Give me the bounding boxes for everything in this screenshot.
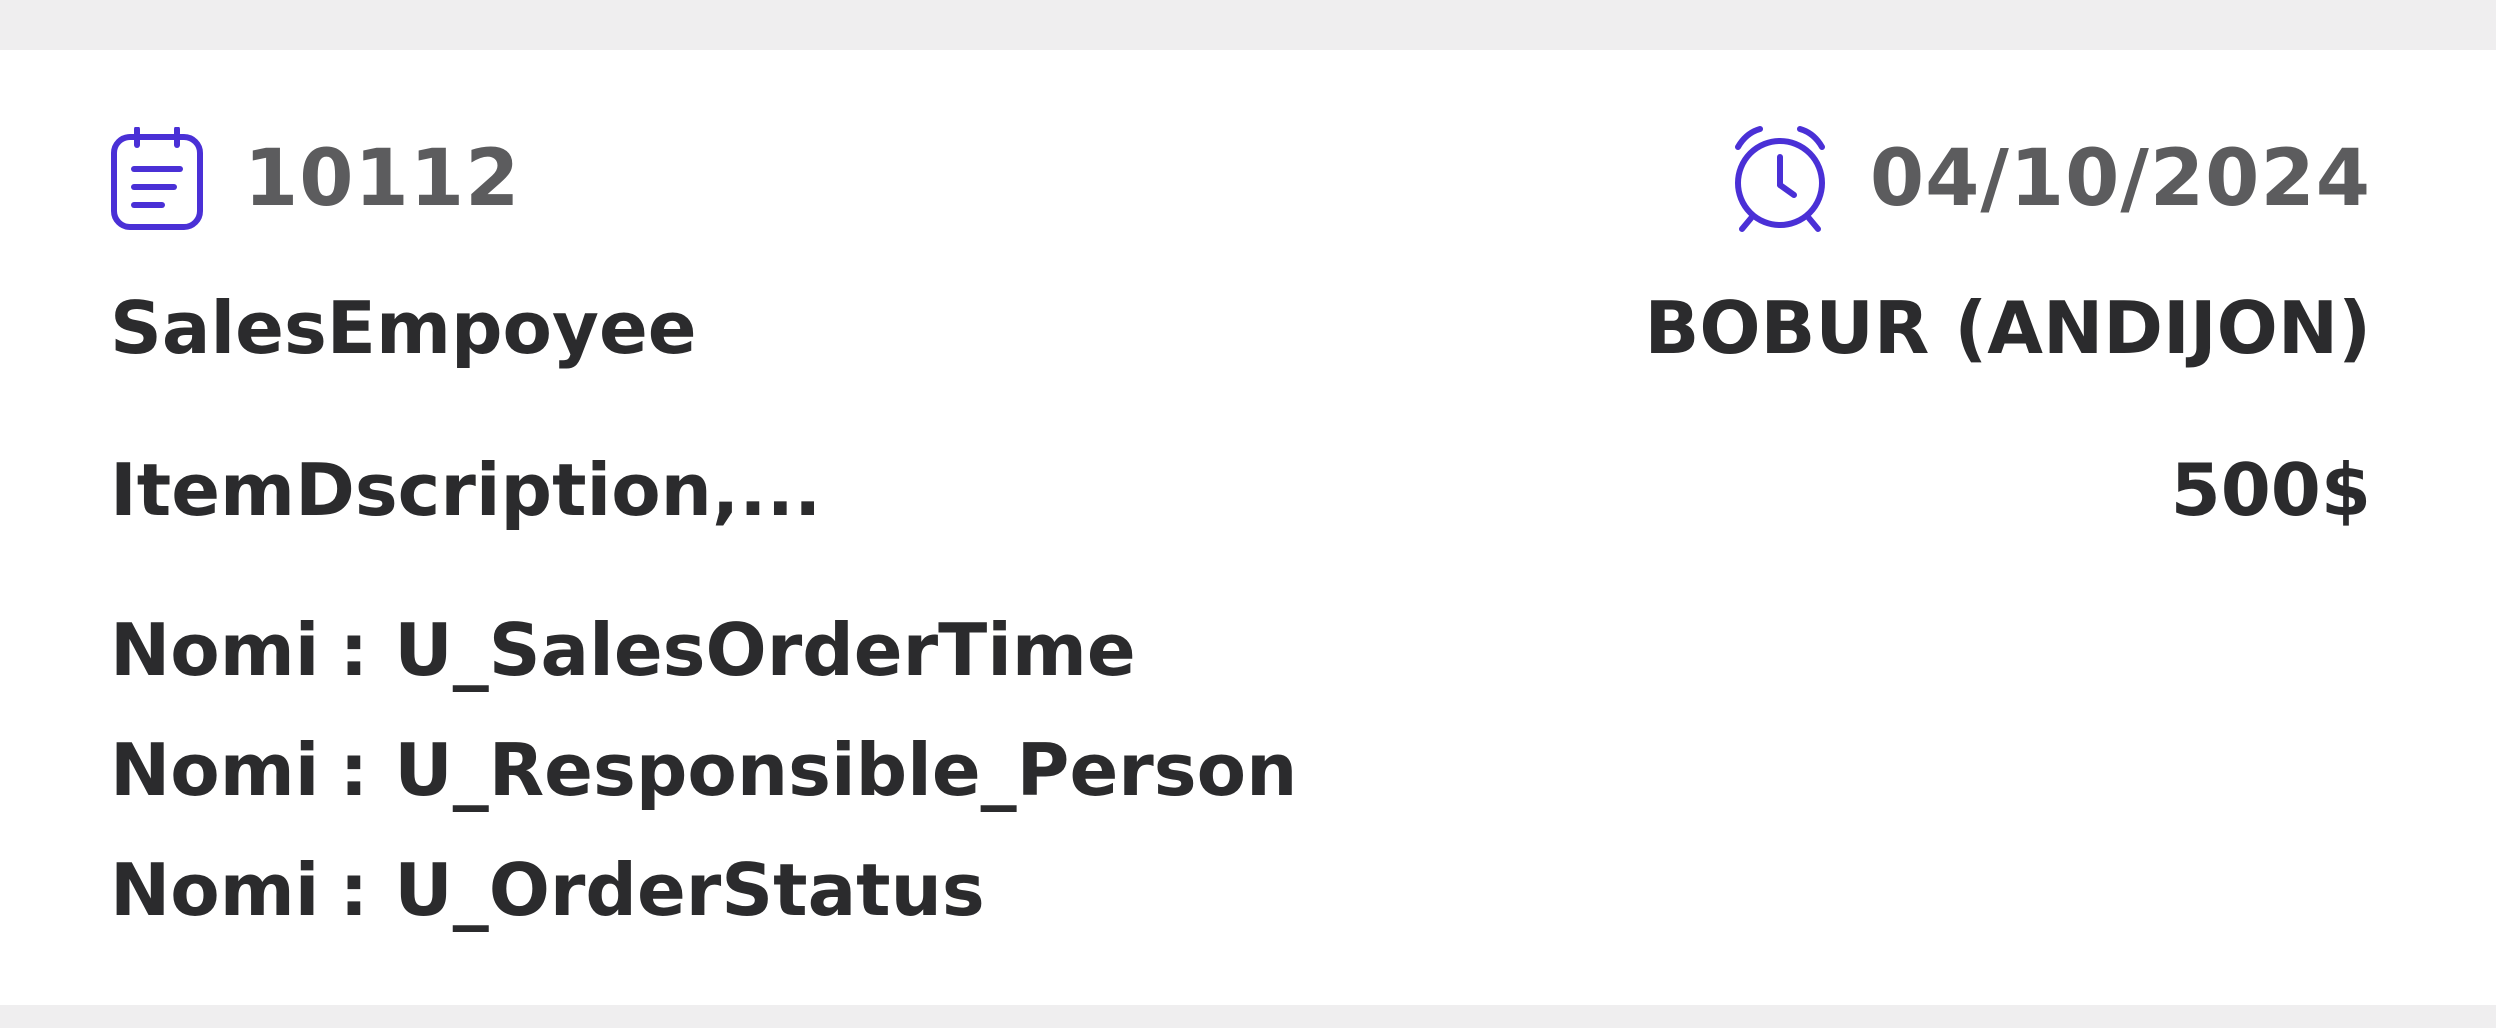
field-label: Nomi [110, 608, 320, 692]
field-value: U_OrderStatus [394, 848, 985, 932]
alarm-clock-icon [1734, 126, 1825, 232]
notepad-icon [111, 127, 203, 230]
field-value: U_Responsible_Person [394, 728, 1298, 812]
field-value: U_SalesOrderTime [394, 608, 1136, 692]
field-row: Nomi: U_OrderStatus [110, 830, 1297, 950]
field-label: Nomi [110, 728, 320, 812]
field-separator: : [339, 848, 369, 932]
field-separator: : [339, 608, 369, 692]
order-number: 10112 [110, 127, 520, 231]
order-number-text: 10112 [244, 134, 521, 224]
sales-employee-value: BOBUR (ANDIJON) [1644, 286, 2371, 370]
field-row: Nomi: U_Responsible_Person [110, 710, 1297, 830]
field-row: Nomi: U_SalesOrderTime [110, 590, 1297, 710]
field-label: Nomi [110, 848, 320, 932]
order-amount: 500$ [2170, 448, 2371, 532]
item-row: ItemDscription,... 500$ [110, 440, 2371, 540]
order-date: 04/10/2024 [1728, 125, 2371, 233]
card-header-row: 10112 04/10/2024 [110, 124, 2371, 234]
sales-employee-row: SalesEmpoyee BOBUR (ANDIJON) [110, 278, 2371, 378]
field-list: Nomi: U_SalesOrderTime Nomi: U_Responsible… [110, 590, 1297, 950]
order-card[interactable]: 10112 04/10/2024 SalesEmpoyee BOBUR (AND… [0, 50, 2496, 1005]
sales-employee-label: SalesEmpoyee [110, 286, 697, 370]
order-date-text: 04/10/2024 [1869, 134, 2371, 224]
field-separator: : [339, 728, 369, 812]
item-description: ItemDscription,... [110, 448, 822, 532]
